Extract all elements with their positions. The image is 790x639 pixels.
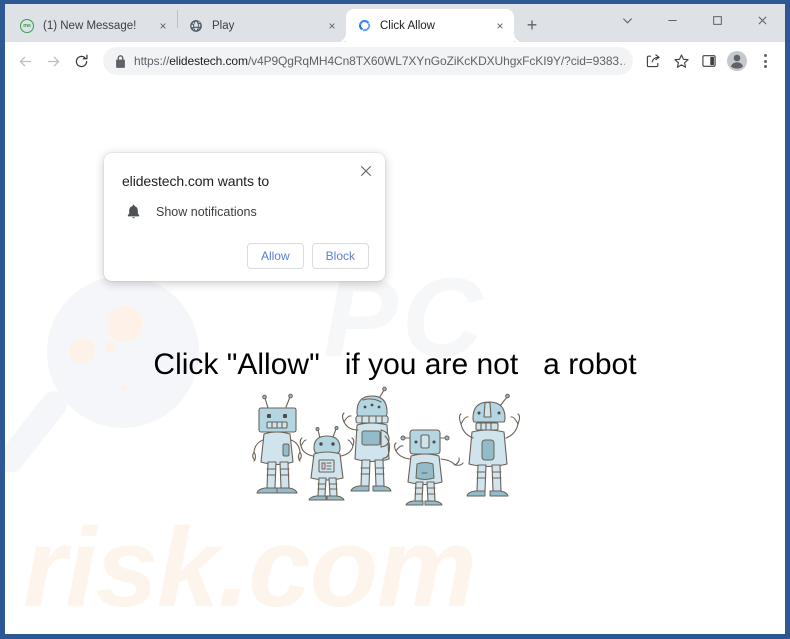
dialog-actions: Allow Block	[120, 243, 369, 269]
url-text: https://elidestech.com/v4P9QgRqMH4Cn8TX6…	[134, 54, 625, 68]
page-headline: Click "Allow" if you are not a robot	[153, 348, 637, 381]
tab-close-icon[interactable]: ×	[492, 18, 508, 34]
toolbar-actions	[639, 47, 779, 75]
ms-circle-icon: ms	[19, 18, 35, 34]
tab-close-icon[interactable]: ×	[155, 18, 171, 34]
tab-title: Click Allow	[380, 19, 435, 32]
tab-close-icon[interactable]: ×	[324, 18, 340, 34]
tab-title: (1) New Message!	[43, 19, 137, 32]
maximize-icon[interactable]	[695, 4, 740, 36]
tab-new-message[interactable]: ms (1) New Message! ×	[9, 9, 177, 42]
tab-title: Play	[212, 19, 235, 32]
minimize-icon[interactable]	[650, 4, 695, 36]
permission-row: Show notifications	[124, 203, 369, 221]
address-bar[interactable]: https://elidestech.com/v4P9QgRqMH4Cn8TX6…	[103, 47, 633, 75]
browser-toolbar: https://elidestech.com/v4P9QgRqMH4Cn8TX6…	[5, 42, 785, 80]
reload-icon[interactable]	[67, 47, 95, 75]
browser-window: ms (1) New Message! × Play × Click Allow…	[0, 0, 790, 639]
close-icon[interactable]	[356, 161, 376, 181]
watermark-risk: risk.com	[23, 505, 477, 630]
tab-click-allow[interactable]: Click Allow ×	[346, 9, 514, 42]
page-viewport: PC risk.com Click "Allow" if you are not…	[5, 80, 785, 634]
avatar[interactable]	[723, 47, 751, 75]
back-arrow-icon[interactable]	[11, 47, 39, 75]
tab-play[interactable]: Play ×	[178, 9, 346, 42]
block-button[interactable]: Block	[311, 243, 369, 269]
tab-search-chevron-down-icon[interactable]	[605, 4, 650, 36]
tab-strip: ms (1) New Message! × Play × Click Allow…	[5, 4, 785, 42]
window-controls	[605, 4, 785, 36]
magnifier-watermark-icon	[5, 276, 213, 506]
side-panel-icon[interactable]	[695, 47, 723, 75]
allow-button[interactable]: Allow	[246, 243, 304, 269]
bell-icon	[124, 203, 142, 221]
bookmark-star-icon[interactable]	[667, 47, 695, 75]
chrome-menu-icon[interactable]	[751, 47, 779, 75]
globe-icon	[188, 18, 204, 34]
forward-arrow-icon[interactable]	[39, 47, 67, 75]
chrome-reload-icon	[356, 18, 372, 34]
lock-icon[interactable]	[115, 54, 126, 68]
close-icon[interactable]	[740, 4, 785, 36]
permission-label: Show notifications	[156, 205, 257, 219]
browser-chrome: ms (1) New Message! × Play × Click Allow…	[5, 4, 785, 634]
notification-permission-dialog: elidestech.com wants to Show notificatio…	[104, 153, 385, 281]
dialog-title: elidestech.com wants to	[122, 173, 270, 189]
robots-illustration: .bd{fill:#b3d6e2;stroke:#6b6257;stroke-w…	[245, 386, 545, 516]
share-icon[interactable]	[639, 47, 667, 75]
